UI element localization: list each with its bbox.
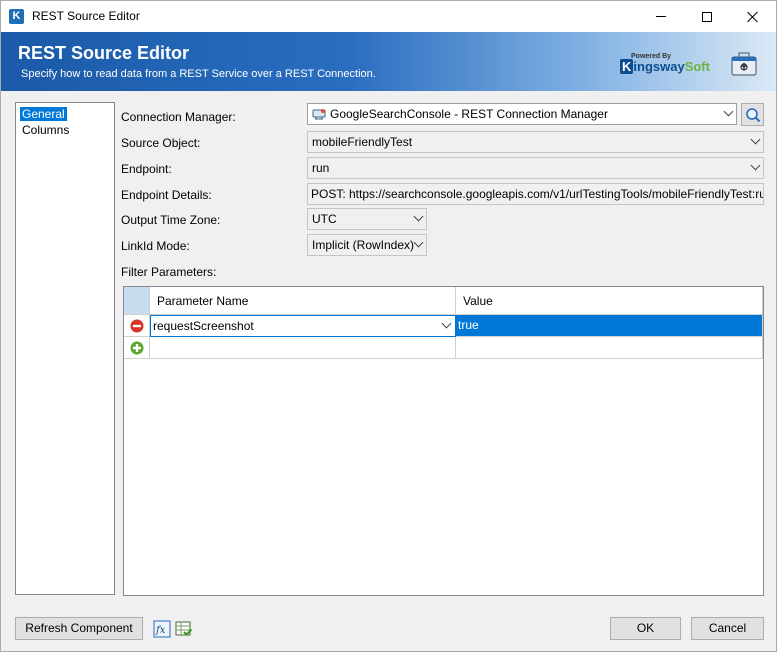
rest-source-editor-window: K REST Source Editor REST Source Editor …: [0, 0, 777, 652]
navigation-list: General Columns: [15, 102, 115, 595]
linkid-mode-select[interactable]: Implicit (RowIndex): [307, 234, 427, 256]
parameter-name-value: requestScreenshot: [153, 319, 254, 333]
endpoint-details-field[interactable]: POST: https://searchconsole.googleapis.c…: [307, 183, 764, 205]
svg-text:fx: fx: [155, 625, 166, 636]
minimize-button[interactable]: [638, 1, 684, 32]
endpoint-value: run: [312, 161, 330, 175]
new-parameter-value-cell[interactable]: [456, 337, 763, 359]
logo-brand: KingswaySoft: [620, 59, 710, 74]
add-circle-icon: [130, 341, 143, 354]
add-row-button[interactable]: [124, 337, 150, 359]
magnifier-icon: [745, 107, 760, 122]
source-object-label: Source Object:: [121, 136, 201, 150]
banner-title: REST Source Editor: [18, 43, 190, 63]
header-banner: REST Source Editor Specify how to read d…: [1, 32, 776, 91]
chevron-down-icon: [750, 160, 761, 171]
parameter-name-combo[interactable]: requestScreenshot: [150, 315, 456, 337]
output-time-zone-select[interactable]: UTC: [307, 208, 427, 230]
kingswaysoft-logo: Powered By KingswaySoft: [620, 53, 710, 77]
maximize-icon: [702, 11, 712, 22]
source-object-value: mobileFriendlyTest: [312, 135, 413, 149]
filter-parameters-grid: Parameter Name Value requestScreenshot t…: [123, 286, 764, 596]
parameter-value-cell[interactable]: true: [456, 315, 763, 337]
chevron-down-icon: [413, 211, 424, 222]
grid-corner-header[interactable]: [124, 287, 150, 315]
connection-manager-label: Connection Manager:: [121, 110, 236, 124]
remove-row-button[interactable]: [124, 315, 150, 337]
endpoint-select[interactable]: run: [307, 157, 764, 179]
endpoint-label: Endpoint:: [121, 162, 172, 176]
kingswaysoft-app-icon: K: [9, 9, 24, 24]
title-bar: K REST Source Editor: [1, 1, 776, 32]
expression-button[interactable]: fx: [153, 620, 171, 638]
nav-item-columns[interactable]: Columns: [20, 123, 71, 137]
maximize-button[interactable]: [684, 1, 730, 32]
table-check-icon: [175, 621, 193, 636]
endpoint-details-label: Endpoint Details:: [121, 188, 212, 202]
chevron-down-icon: [723, 106, 734, 117]
banner-subtitle: Specify how to read data from a REST Ser…: [21, 68, 376, 80]
variables-button[interactable]: [175, 620, 193, 638]
connection-manager-value: GoogleSearchConsole - REST Connection Ma…: [330, 107, 608, 121]
fx-icon: fx: [153, 620, 171, 638]
output-time-zone-value: UTC: [312, 212, 337, 226]
browse-connection-button[interactable]: [741, 103, 764, 126]
minimize-icon: [656, 16, 666, 17]
ok-button[interactable]: OK: [610, 617, 681, 640]
chevron-down-icon: [750, 134, 761, 145]
chevron-down-icon: [441, 318, 452, 329]
toolbox-icon: [731, 52, 757, 76]
close-button[interactable]: [730, 1, 776, 32]
close-icon: [747, 11, 759, 23]
column-header-parameter-name[interactable]: Parameter Name: [150, 287, 456, 315]
linkid-mode-value: Implicit (RowIndex): [312, 238, 415, 252]
new-parameter-name-cell[interactable]: [150, 337, 456, 359]
cancel-button[interactable]: Cancel: [691, 617, 764, 640]
output-time-zone-label: Output Time Zone:: [121, 213, 221, 227]
linkid-mode-label: LinkId Mode:: [121, 239, 190, 253]
window-title: REST Source Editor: [32, 9, 140, 23]
nav-item-general[interactable]: General: [20, 107, 67, 121]
column-header-value[interactable]: Value: [456, 287, 763, 315]
filter-parameters-label: Filter Parameters:: [121, 265, 217, 279]
rest-connection-icon: [312, 109, 326, 120]
remove-circle-icon: [130, 319, 143, 332]
chevron-down-icon: [413, 237, 424, 248]
source-object-select[interactable]: mobileFriendlyTest: [307, 131, 764, 153]
connection-manager-select[interactable]: GoogleSearchConsole - REST Connection Ma…: [307, 103, 737, 125]
refresh-component-button[interactable]: Refresh Component: [15, 617, 143, 640]
